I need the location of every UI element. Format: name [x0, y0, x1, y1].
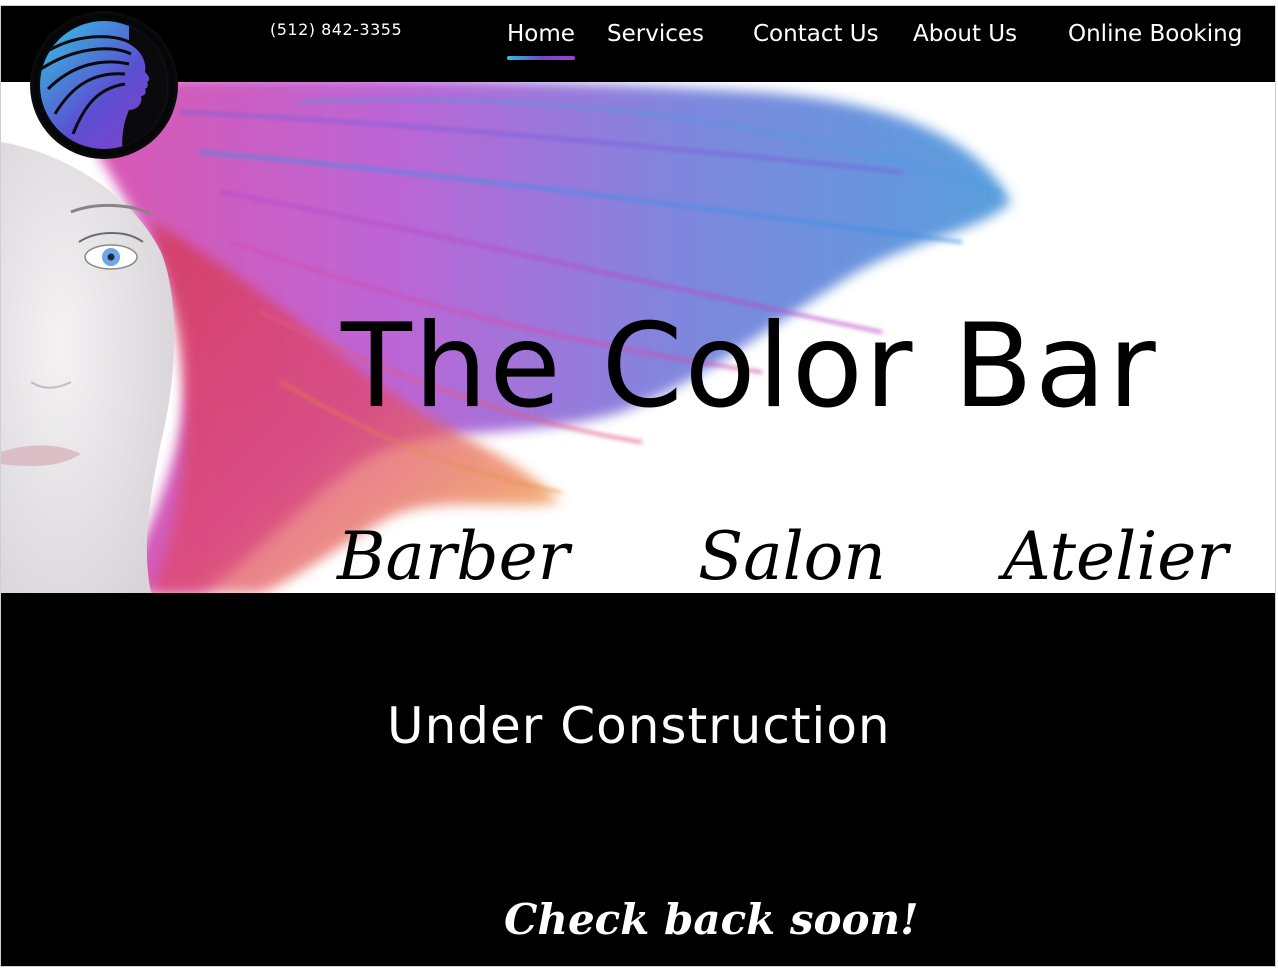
content-section: Under Construction Check back soon! — [1, 593, 1275, 966]
nav-services[interactable]: Services — [607, 20, 704, 48]
hero-subtitle-salon: Salon — [698, 518, 886, 593]
nav-home-label: Home — [507, 21, 575, 47]
nav-contact-us[interactable]: Contact Us — [753, 20, 879, 48]
active-nav-indicator — [507, 56, 575, 60]
top-navigation-bar: (512) 842-3355 Home Services Contact Us … — [1, 6, 1275, 82]
nav-about-us[interactable]: About Us — [913, 20, 1017, 48]
page-frame: The Color Bar Barber Salon Atelier (512)… — [0, 5, 1276, 967]
hero-banner: The Color Bar Barber Salon Atelier — [1, 82, 1275, 593]
hero-title: The Color Bar — [341, 299, 1158, 434]
hero-subtitle-barber: Barber — [337, 518, 570, 593]
check-back-tagline: Check back soon! — [504, 895, 919, 944]
nav-services-label: Services — [607, 21, 704, 47]
nav-home[interactable]: Home — [507, 20, 575, 60]
nav-online-booking-label: Online Booking — [1068, 21, 1243, 47]
nav-contact-us-label: Contact Us — [753, 21, 879, 47]
under-construction-heading: Under Construction — [387, 697, 891, 755]
site-logo[interactable] — [33, 14, 175, 156]
woman-profile-logo-icon — [38, 19, 170, 151]
hero-subtitle-atelier: Atelier — [1003, 518, 1228, 593]
main-nav: Home Services Contact Us About Us Online… — [1, 20, 1275, 60]
nav-about-us-label: About Us — [913, 21, 1018, 47]
nav-online-booking[interactable]: Online Booking — [1068, 20, 1242, 48]
